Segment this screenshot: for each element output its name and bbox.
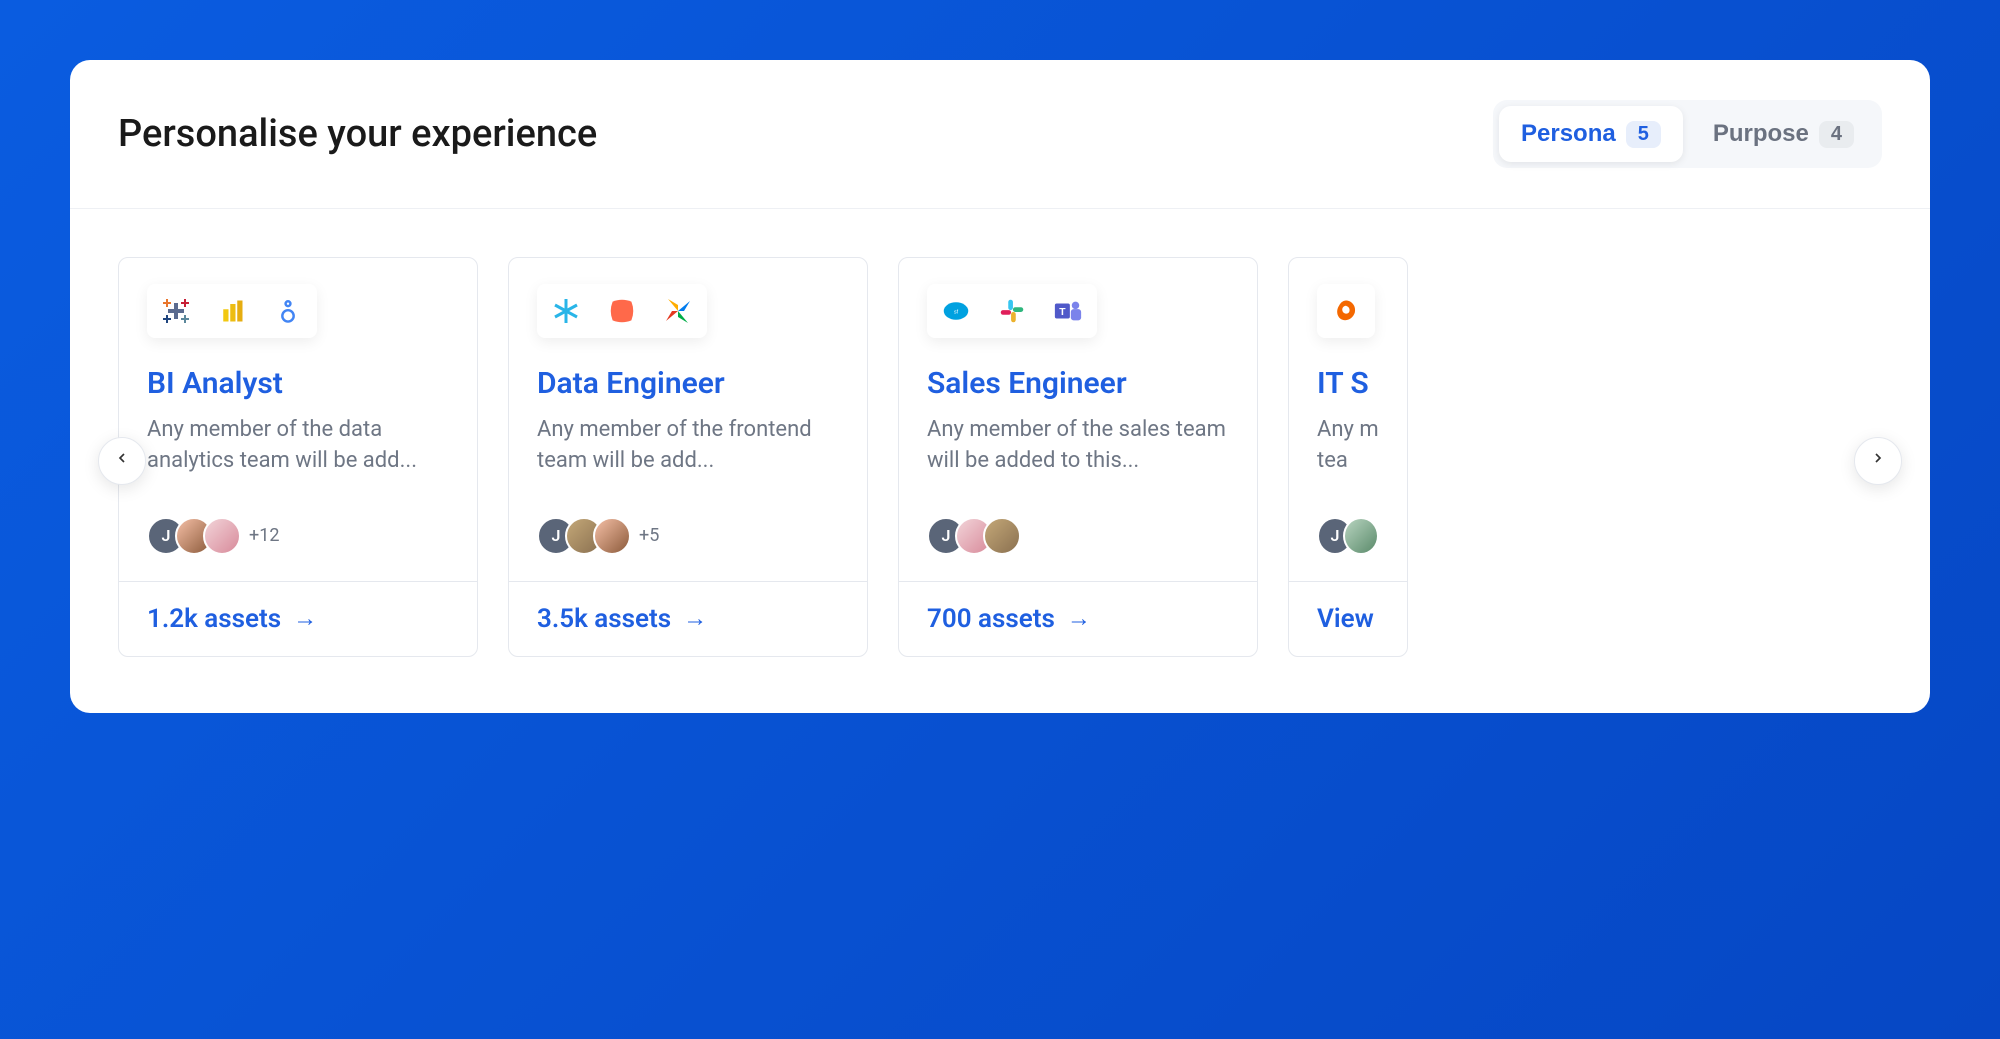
avatar-group: J +5 bbox=[537, 517, 839, 555]
assets-link[interactable]: 1.2k assets → bbox=[147, 604, 449, 634]
avatar-group: J +12 bbox=[147, 517, 449, 555]
card-description: Any member of the frontend team will be … bbox=[537, 415, 839, 477]
tab-persona[interactable]: Persona 5 bbox=[1499, 106, 1683, 162]
personalise-panel: Personalise your experience Persona 5 Pu… bbox=[70, 60, 1930, 713]
tool-icon-row bbox=[537, 284, 707, 338]
avatar bbox=[203, 517, 241, 555]
tool-icon-row bbox=[1317, 284, 1375, 338]
carousel-next-button[interactable] bbox=[1854, 437, 1902, 485]
card-description: Any m tea bbox=[1317, 415, 1379, 477]
chevron-left-icon bbox=[114, 449, 130, 472]
tab-label: Purpose bbox=[1713, 120, 1809, 148]
assets-link[interactable]: 3.5k assets → bbox=[537, 604, 839, 634]
persona-card-it-specialist[interactable]: IT S Any m tea J View bbox=[1288, 257, 1408, 657]
page-title: Personalise your experience bbox=[118, 112, 597, 156]
arrow-right-icon: → bbox=[1067, 604, 1091, 633]
card-title: IT S bbox=[1317, 366, 1379, 401]
svg-text:sf: sf bbox=[954, 310, 959, 316]
persona-card-sales-engineer[interactable]: sf T Sales Engineer Any member of the sa… bbox=[898, 257, 1258, 657]
assets-count: View bbox=[1317, 604, 1374, 634]
chevron-right-icon bbox=[1870, 449, 1886, 472]
tab-group: Persona 5 Purpose 4 bbox=[1493, 100, 1882, 168]
dbt-icon bbox=[603, 292, 641, 330]
avatar-overflow-count: +5 bbox=[639, 525, 659, 546]
card-description: Any member of the sales team will be add… bbox=[927, 415, 1229, 477]
avatar-group: J bbox=[1317, 517, 1379, 555]
avatar bbox=[1343, 517, 1379, 555]
panel-header: Personalise your experience Persona 5 Pu… bbox=[70, 60, 1930, 209]
persona-card-data-engineer[interactable]: Data Engineer Any member of the frontend… bbox=[508, 257, 868, 657]
card-title: BI Analyst bbox=[147, 366, 449, 401]
card-title: Data Engineer bbox=[537, 366, 839, 401]
svg-text:T: T bbox=[1059, 307, 1066, 318]
avatar bbox=[593, 517, 631, 555]
snowflake-icon bbox=[547, 292, 585, 330]
assets-count: 3.5k assets bbox=[537, 604, 671, 634]
persona-card-bi-analyst[interactable]: BI Analyst Any member of the data analyt… bbox=[118, 257, 478, 657]
assets-count: 1.2k assets bbox=[147, 604, 281, 634]
tool-icon-row: sf T bbox=[927, 284, 1097, 338]
tab-purpose[interactable]: Purpose 4 bbox=[1691, 106, 1876, 162]
tool-icon-row bbox=[147, 284, 317, 338]
tab-count-badge: 4 bbox=[1819, 121, 1854, 148]
tab-count-badge: 5 bbox=[1626, 121, 1661, 148]
carousel-prev-button[interactable] bbox=[98, 437, 146, 485]
arrow-right-icon: → bbox=[293, 604, 317, 633]
avatar-group: J bbox=[927, 517, 1229, 555]
grafana-icon bbox=[1327, 292, 1365, 330]
persona-carousel: BI Analyst Any member of the data analyt… bbox=[70, 209, 1930, 713]
slack-icon bbox=[993, 292, 1031, 330]
salesforce-icon: sf bbox=[937, 292, 975, 330]
teams-icon: T bbox=[1049, 292, 1087, 330]
avatar bbox=[983, 517, 1021, 555]
tableau-icon bbox=[157, 292, 195, 330]
powerbi-icon bbox=[213, 292, 251, 330]
assets-count: 700 assets bbox=[927, 604, 1055, 634]
looker-icon bbox=[269, 292, 307, 330]
card-title: Sales Engineer bbox=[927, 366, 1229, 401]
arrow-right-icon: → bbox=[683, 604, 707, 633]
tab-label: Persona bbox=[1521, 120, 1616, 148]
assets-link[interactable]: 700 assets → bbox=[927, 604, 1229, 634]
airflow-icon bbox=[659, 292, 697, 330]
card-description: Any member of the data analytics team wi… bbox=[147, 415, 449, 477]
avatar-overflow-count: +12 bbox=[249, 525, 279, 546]
assets-link[interactable]: View bbox=[1317, 604, 1379, 634]
